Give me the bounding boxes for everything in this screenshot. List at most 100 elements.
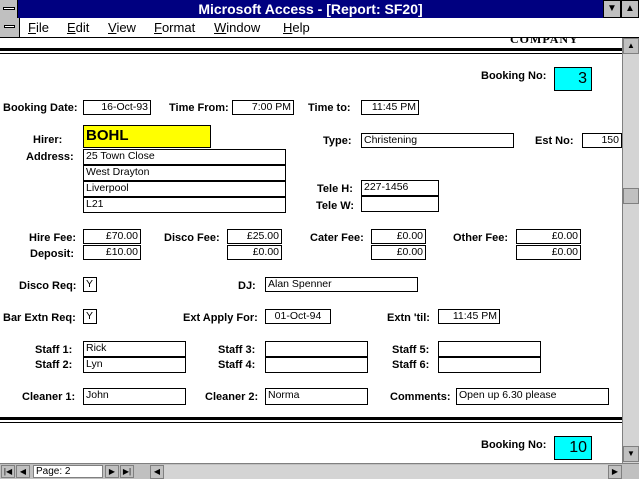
time-from-label: Time From: <box>169 102 229 114</box>
disco-fee-field: £25.00 <box>227 229 282 244</box>
hire-fee-label: Hire Fee: <box>29 232 77 244</box>
scroll-up-button[interactable]: ▲ <box>623 38 639 54</box>
est-no-label: Est No: <box>535 135 574 147</box>
disco-fee-label: Disco Fee: <box>164 232 220 244</box>
tele-h-label: Tele H: <box>317 183 353 195</box>
staff3-field <box>265 341 368 357</box>
hirer-label: Hirer: <box>33 134 63 146</box>
type-label: Type: <box>323 135 352 147</box>
record-separator-rule-thin <box>0 422 622 423</box>
ext-apply-for-field: 01-Oct-94 <box>265 309 331 324</box>
booking-date-field: 16-Oct-93 <box>83 100 151 115</box>
document-control-button[interactable] <box>0 18 20 37</box>
staff5-label: Staff 5: <box>392 344 430 356</box>
other-fee-field-2: £0.00 <box>516 245 581 260</box>
arrow-right-icon: ▶ <box>611 467 619 476</box>
disco-fee-field-2: £0.00 <box>227 245 282 260</box>
scroll-down-button[interactable]: ▼ <box>623 446 639 462</box>
page-number-input[interactable]: 2 <box>65 466 71 477</box>
arrow-down-icon: ▼ <box>627 449 635 458</box>
cater-fee-field-2: £0.00 <box>371 245 426 260</box>
extn-til-field: 11:45 PM <box>438 309 500 324</box>
next-booking-no-label: Booking No: <box>481 439 547 451</box>
comments-label: Comments: <box>390 391 451 403</box>
other-fee-label: Other Fee: <box>453 232 509 244</box>
menu-edit[interactable]: Edit <box>67 20 89 35</box>
disco-req-field: Y <box>83 277 97 292</box>
header-rule-thin <box>0 53 622 54</box>
vertical-scroll-thumb[interactable] <box>623 188 639 204</box>
staff5-field <box>438 341 541 357</box>
vertical-scrollbar[interactable]: ▲ ▼ <box>622 38 639 463</box>
previous-page-icon: ◀ <box>19 467 27 476</box>
menu-format[interactable]: Format <box>154 20 195 35</box>
time-from-field: 7:00 PM <box>232 100 294 115</box>
maximize-button[interactable]: ▲ <box>621 0 639 18</box>
dj-label: DJ: <box>238 280 256 292</box>
staff1-label: Staff 1: <box>35 344 73 356</box>
last-page-button[interactable]: ▶| <box>120 465 134 478</box>
menu-bar: File Edit View Format Window Help <box>0 18 639 38</box>
extn-til-label: Extn 'til: <box>387 312 430 324</box>
report-preview[interactable]: COMPANY Booking No: 3 Booking Date: 16-O… <box>0 38 622 463</box>
cleaner2-field: Norma <box>265 388 368 405</box>
menu-window[interactable]: Window <box>214 20 260 35</box>
staff6-field <box>438 357 541 373</box>
other-fee-field: £0.00 <box>516 229 581 244</box>
horizontal-scrollbar[interactable]: ◀ ▶ <box>150 465 622 479</box>
staff4-field <box>265 357 368 373</box>
address-line2: West Drayton <box>83 165 286 181</box>
address-line4: L21 <box>83 197 286 213</box>
cater-fee-field: £0.00 <box>371 229 426 244</box>
minimize-icon: ▼ <box>607 3 617 14</box>
menu-help[interactable]: Help <box>283 20 310 35</box>
menu-view[interactable]: View <box>108 20 136 35</box>
staff2-label: Staff 2: <box>35 359 73 371</box>
address-line3: Liverpool <box>83 181 286 197</box>
cater-fee-label: Cater Fee: <box>310 232 364 244</box>
system-menu-button[interactable] <box>0 0 18 18</box>
address-line1: 25 Town Close <box>83 149 286 165</box>
hirer-field: BOHL <box>83 125 211 148</box>
first-page-button[interactable]: |◀ <box>1 465 15 478</box>
company-header-fragment: COMPANY <box>510 38 579 46</box>
dj-field: Alan Spenner <box>265 277 418 292</box>
staff1-field: Rick <box>83 341 186 357</box>
staff4-label: Staff 4: <box>218 359 256 371</box>
next-page-icon: ▶ <box>108 467 116 476</box>
title-bar: Microsoft Access - [Report: SF20] ▼ ▲ <box>0 0 639 18</box>
booking-no-label: Booking No: <box>481 70 547 82</box>
tele-h-field: 227-1456 <box>361 180 439 196</box>
tele-w-field <box>361 196 439 212</box>
scroll-left-button[interactable]: ◀ <box>150 465 164 479</box>
staff3-label: Staff 3: <box>218 344 256 356</box>
est-no-field: 150 <box>582 133 622 148</box>
next-booking-no-value: 10 <box>554 436 592 460</box>
booking-date-label: Booking Date: <box>3 102 78 114</box>
comments-field: Open up 6.30 please <box>456 388 609 405</box>
next-page-button[interactable]: ▶ <box>105 465 119 478</box>
scroll-right-button[interactable]: ▶ <box>608 465 622 479</box>
window-title: Microsoft Access - [Report: SF20] <box>198 1 423 17</box>
cleaner1-field: John <box>83 388 186 405</box>
header-rule <box>0 48 622 51</box>
staff6-label: Staff 6: <box>392 359 430 371</box>
record-separator-rule <box>0 417 622 420</box>
address-label: Address: <box>26 151 74 163</box>
type-field: Christening <box>361 133 514 148</box>
arrow-left-icon: ◀ <box>153 467 161 476</box>
bar-extn-req-label: Bar Extn Req: <box>3 312 76 324</box>
menu-file[interactable]: File <box>28 20 49 35</box>
tele-w-label: Tele W: <box>316 200 355 212</box>
minimize-button[interactable]: ▼ <box>603 0 621 18</box>
cleaner1-label: Cleaner 1: <box>22 391 76 403</box>
time-to-label: Time to: <box>308 102 351 114</box>
staff2-field: Lyn <box>83 357 186 373</box>
page-number-box[interactable]: Page: 2 <box>33 465 103 478</box>
arrow-up-icon: ▲ <box>627 41 635 50</box>
ext-apply-for-label: Ext Apply For: <box>183 312 258 324</box>
deposit-label: Deposit: <box>30 248 74 260</box>
page-label: Page: <box>36 466 63 477</box>
document-menu-icon <box>4 25 15 28</box>
previous-page-button[interactable]: ◀ <box>16 465 30 478</box>
